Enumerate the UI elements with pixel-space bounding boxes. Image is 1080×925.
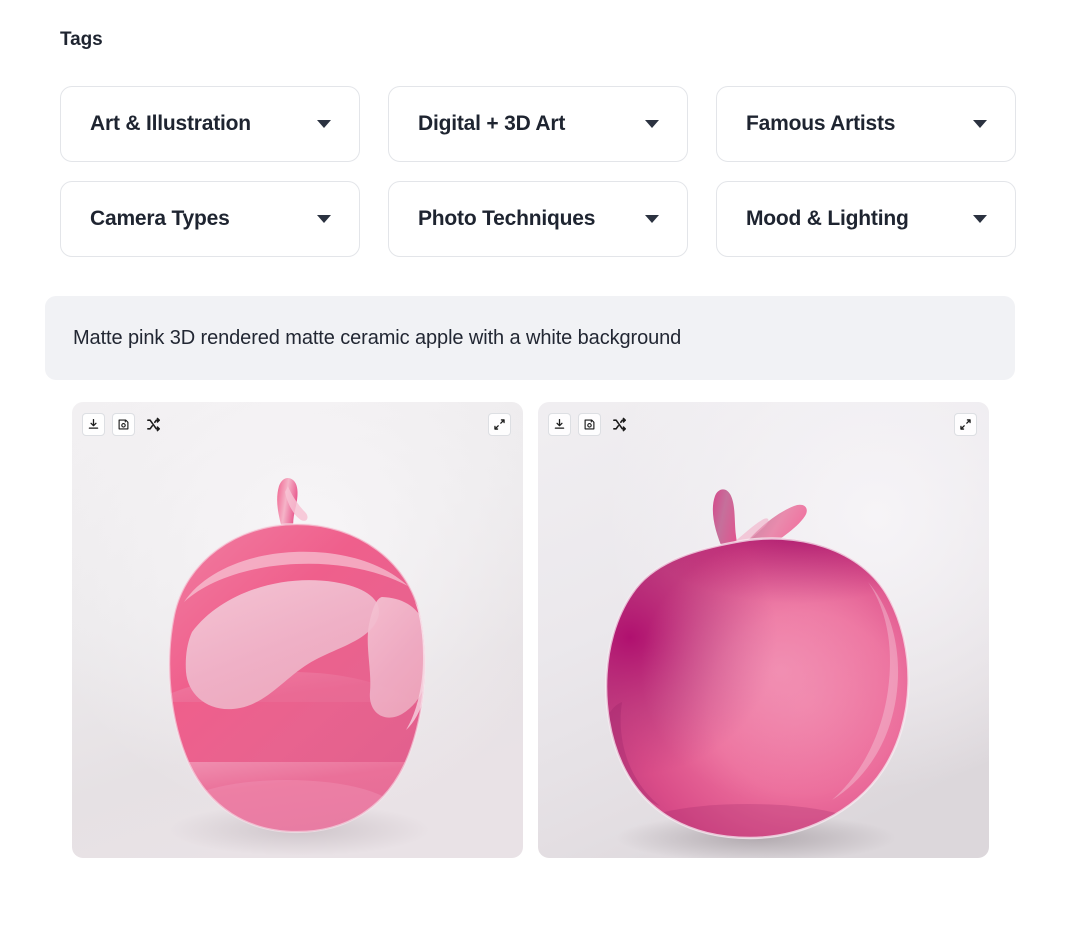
save-icon[interactable] xyxy=(578,413,601,436)
tag-dropdown-art-illustration[interactable]: Art & Illustration xyxy=(60,86,360,162)
result-card[interactable] xyxy=(538,402,989,858)
tag-dropdown-label: Digital + 3D Art xyxy=(418,112,566,135)
tag-dropdown-mood-lighting[interactable]: Mood & Lighting xyxy=(716,181,1016,257)
tag-dropdown-label: Art & Illustration xyxy=(90,112,251,135)
results-grid xyxy=(72,402,989,858)
tag-filter-grid: Art & Illustration Digital + 3D Art Famo… xyxy=(60,86,1016,257)
download-icon[interactable] xyxy=(82,413,105,436)
chevron-down-icon xyxy=(973,215,987,223)
shuffle-icon[interactable] xyxy=(142,413,165,436)
tag-dropdown-label: Photo Techniques xyxy=(418,207,596,230)
save-icon[interactable] xyxy=(112,413,135,436)
chevron-down-icon xyxy=(645,215,659,223)
card-toolbar xyxy=(82,413,165,436)
download-icon[interactable] xyxy=(548,413,571,436)
result-card[interactable] xyxy=(72,402,523,858)
chevron-down-icon xyxy=(317,120,331,128)
tag-dropdown-photo-techniques[interactable]: Photo Techniques xyxy=(388,181,688,257)
chevron-down-icon xyxy=(317,215,331,223)
page-title: Tags xyxy=(60,29,103,50)
generated-image xyxy=(538,402,989,858)
tag-dropdown-camera-types[interactable]: Camera Types xyxy=(60,181,360,257)
tag-dropdown-label: Famous Artists xyxy=(746,112,896,135)
tag-dropdown-digital-3d-art[interactable]: Digital + 3D Art xyxy=(388,86,688,162)
expand-icon[interactable] xyxy=(954,413,977,436)
chevron-down-icon xyxy=(645,120,659,128)
prompt-bar[interactable]: Matte pink 3D rendered matte ceramic app… xyxy=(45,296,1015,380)
generated-image xyxy=(72,402,523,858)
tags-and-results-page: Tags Art & Illustration Digital + 3D Art… xyxy=(0,0,1080,925)
card-expand-area xyxy=(954,413,977,436)
chevron-down-icon xyxy=(973,120,987,128)
tag-dropdown-famous-artists[interactable]: Famous Artists xyxy=(716,86,1016,162)
expand-icon[interactable] xyxy=(488,413,511,436)
shuffle-icon[interactable] xyxy=(608,413,631,436)
tag-dropdown-label: Camera Types xyxy=(90,207,230,230)
card-expand-area xyxy=(488,413,511,436)
prompt-text: Matte pink 3D rendered matte ceramic app… xyxy=(73,326,682,349)
card-toolbar xyxy=(548,413,631,436)
tag-dropdown-label: Mood & Lighting xyxy=(746,207,909,230)
